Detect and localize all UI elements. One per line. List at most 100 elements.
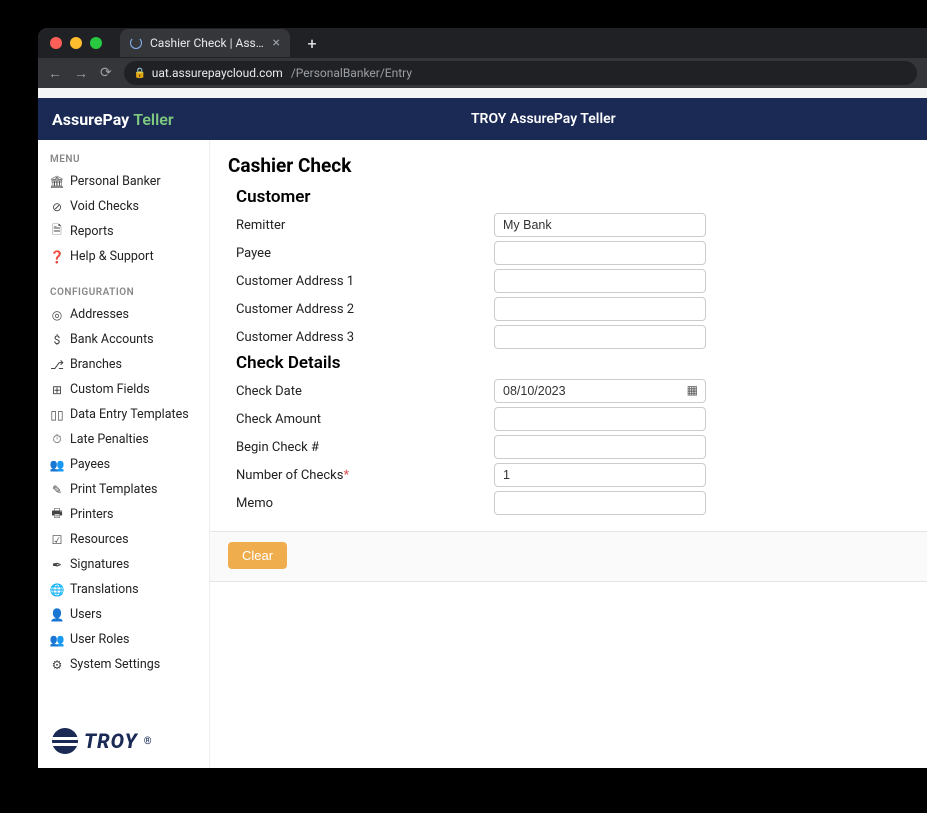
- sidebar-item-branches[interactable]: ⎇Branches: [38, 352, 209, 377]
- menu-item-label: Void Checks: [70, 199, 139, 214]
- menu-item-label: Branches: [70, 357, 122, 372]
- menu-item-label: Signatures: [70, 557, 129, 572]
- menu-item-label: Translations: [70, 582, 139, 597]
- config-section-label: CONFIGURATION: [38, 283, 209, 302]
- sidebar-item-bank-accounts[interactable]: $Bank Accounts: [38, 327, 209, 352]
- addresses-icon: ◎: [50, 308, 64, 322]
- menu-item-label: Reports: [70, 224, 114, 239]
- checkdate-label: Check Date: [236, 384, 494, 399]
- clear-button[interactable]: Clear: [228, 542, 287, 569]
- row-begincheck: Begin Check #: [228, 435, 909, 459]
- dataentry-icon: ▯▯: [50, 408, 64, 422]
- remitter-label: Remitter: [236, 218, 494, 233]
- payee-input[interactable]: [494, 241, 706, 265]
- printers-icon: 🖶: [50, 508, 64, 522]
- brand: AssurePay Teller: [52, 110, 174, 129]
- row-remitter: Remitter: [228, 213, 909, 237]
- menu-section-label: MENU: [38, 150, 209, 169]
- checkdate-input[interactable]: [494, 379, 706, 403]
- remitter-input[interactable]: [494, 213, 706, 237]
- sidebar-item-printers[interactable]: 🖶 Printers: [38, 502, 209, 527]
- row-checkamount: Check Amount: [228, 407, 909, 431]
- page-title: Cashier Check: [228, 154, 909, 177]
- payee-label: Payee: [236, 246, 494, 261]
- reload-icon[interactable]: ⟳: [100, 65, 112, 81]
- sidebar-item-custom-fields[interactable]: ⊞Custom Fields: [38, 377, 209, 402]
- sidebar-item-translations[interactable]: 🌐Translations: [38, 577, 209, 602]
- close-window-icon[interactable]: [50, 37, 62, 49]
- begincheck-input[interactable]: [494, 435, 706, 459]
- resources-icon: ☑: [50, 533, 64, 547]
- signatures-icon: ✒: [50, 558, 64, 572]
- menu-item-label: Print Templates: [70, 482, 157, 497]
- form-footer: Clear: [210, 531, 927, 582]
- menu-item-label: Printers: [70, 507, 113, 522]
- row-memo: Memo: [228, 491, 909, 515]
- sidebar-item-payees[interactable]: 👥Payees: [38, 452, 209, 477]
- forward-icon[interactable]: →: [74, 65, 88, 82]
- troy-logo-text: TROY: [84, 729, 138, 753]
- browser-chrome: Cashier Check | AssurePayClou… × + ← → ⟳…: [38, 28, 927, 88]
- row-addr2: Customer Address 2: [228, 297, 909, 321]
- tab-title: Cashier Check | AssurePayClou…: [150, 36, 265, 50]
- sidebar-item-resources[interactable]: ☑Resources: [38, 527, 209, 552]
- required-asterisk: *: [343, 468, 349, 483]
- sidebar-item-reports[interactable]: 🗎 Reports: [38, 219, 209, 244]
- begincheck-label: Begin Check #: [236, 440, 494, 455]
- back-icon[interactable]: ←: [48, 65, 62, 82]
- sidebar-item-system-settings[interactable]: ⚙ System Settings: [38, 652, 209, 677]
- sidebar-item-print-templates[interactable]: ✎ Print Templates: [38, 477, 209, 502]
- sidebar-item-user-roles[interactable]: 👥User Roles: [38, 627, 209, 652]
- reports-icon: 🗎: [50, 225, 64, 239]
- sidebar-item-late-penalties[interactable]: ⏱ Late Penalties: [38, 427, 209, 452]
- latepenalties-icon: ⏱: [50, 433, 64, 447]
- sidebar-item-data-entry-templates[interactable]: ▯▯Data Entry Templates: [38, 402, 209, 427]
- sidebar-item-users[interactable]: 👤Users: [38, 602, 209, 627]
- toolbar: ← → ⟳ 🔒 uat.assurepaycloud.com/PersonalB…: [38, 58, 927, 88]
- browser-window: Cashier Check | AssurePayClou… × + ← → ⟳…: [38, 28, 927, 768]
- sidebar-item-addresses[interactable]: ◎ Addresses: [38, 302, 209, 327]
- app-header: AssurePay Teller TROY AssurePay Teller: [38, 98, 927, 140]
- sidebar: MENU 🏛Personal Banker ⊘ Void Checks 🗎 Report…: [38, 140, 210, 768]
- menu-item-label: Addresses: [70, 307, 129, 322]
- addr1-label: Customer Address 1: [236, 274, 494, 289]
- sidebar-item-help-support[interactable]: ❓Help & Support: [38, 244, 209, 269]
- addr2-input[interactable]: [494, 297, 706, 321]
- checkamount-input[interactable]: [494, 407, 706, 431]
- url-host: uat.assurepaycloud.com: [152, 66, 283, 80]
- sidebar-item-void-checks[interactable]: ⊘ Void Checks: [38, 194, 209, 219]
- help-icon: ❓: [50, 250, 64, 264]
- printtemplates-icon: ✎: [50, 483, 64, 497]
- menu-item-label: Late Penalties: [70, 432, 149, 447]
- sidebar-item-signatures[interactable]: ✒ Signatures: [38, 552, 209, 577]
- close-tab-icon[interactable]: ×: [273, 35, 280, 51]
- row-addr1: Customer Address 1: [228, 269, 909, 293]
- brand-main: AssurePay: [52, 110, 129, 129]
- menu-item-label: Bank Accounts: [70, 332, 154, 347]
- maximize-window-icon[interactable]: [90, 37, 102, 49]
- app-body: MENU 🏛Personal Banker ⊘ Void Checks 🗎 Report…: [38, 140, 927, 768]
- menu-item-label: Custom Fields: [70, 382, 150, 397]
- brand-sub: Teller: [133, 110, 173, 129]
- loading-spinner-icon: [130, 37, 142, 49]
- row-payee: Payee: [228, 241, 909, 265]
- address-bar[interactable]: 🔒 uat.assurepaycloud.com/PersonalBanker/…: [124, 61, 917, 85]
- memo-input[interactable]: [494, 491, 706, 515]
- main-content: Cashier Check Customer Remitter Payee Cu…: [210, 140, 927, 768]
- menu-item-label: System Settings: [70, 657, 160, 672]
- minimize-window-icon[interactable]: [70, 37, 82, 49]
- systemsettings-icon: ⚙: [50, 658, 64, 672]
- troy-logo: TROY®: [52, 728, 195, 754]
- numchecks-input[interactable]: [494, 463, 706, 487]
- sidebar-footer: TROY®: [38, 714, 209, 768]
- new-tab-button[interactable]: +: [300, 31, 324, 55]
- section-customer: Customer: [236, 187, 909, 207]
- menu-item-label: User Roles: [70, 632, 129, 647]
- void-icon: ⊘: [50, 200, 64, 214]
- top-gap: [38, 88, 927, 98]
- browser-tab[interactable]: Cashier Check | AssurePayClou… ×: [120, 29, 290, 57]
- addr3-input[interactable]: [494, 325, 706, 349]
- menu-item-label: Users: [70, 607, 102, 622]
- addr1-input[interactable]: [494, 269, 706, 293]
- sidebar-item-personal-banker[interactable]: 🏛Personal Banker: [38, 169, 209, 194]
